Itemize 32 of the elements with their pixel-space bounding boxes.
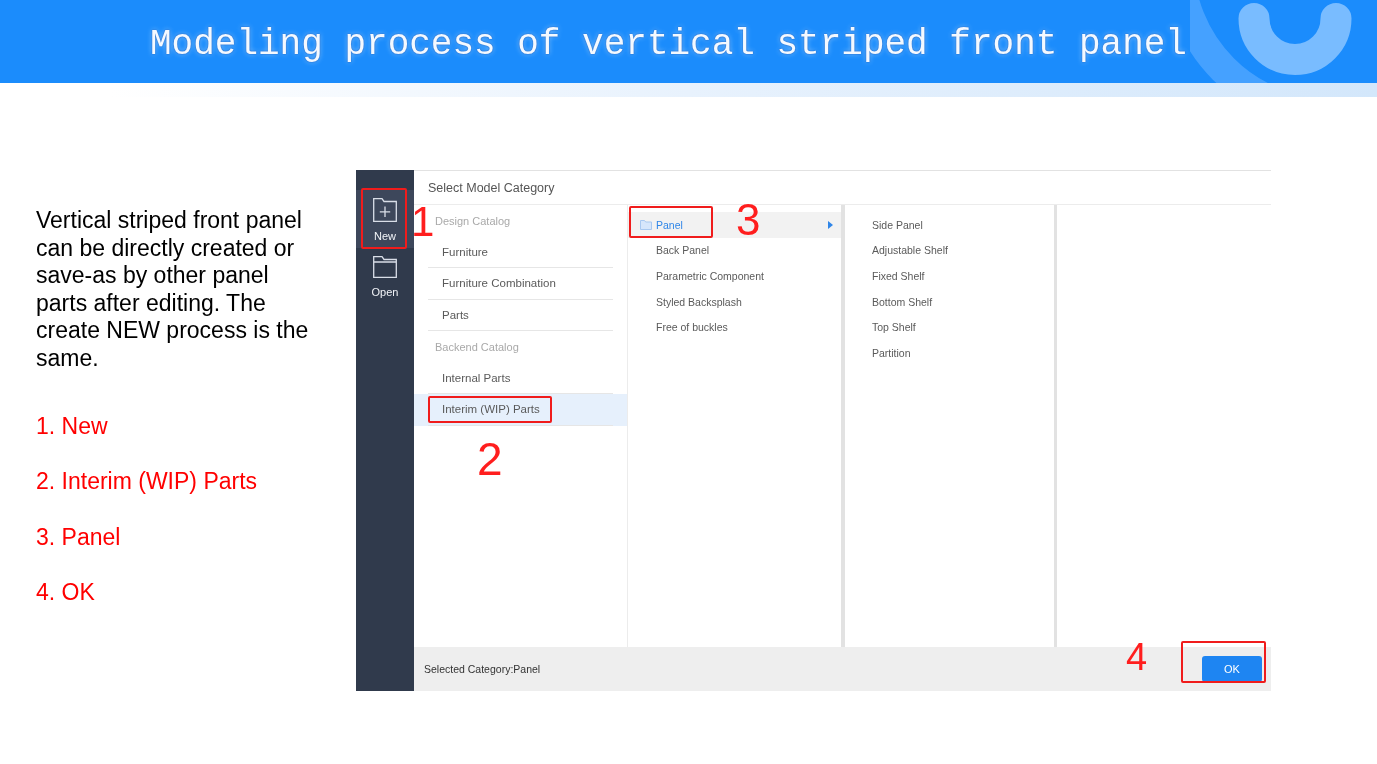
- catalog-item[interactable]: Parts: [414, 299, 627, 331]
- subcategory-item[interactable]: Fixed Shelf: [845, 263, 1054, 289]
- subcategory-item[interactable]: Partition: [845, 339, 1054, 366]
- sidebar-button[interactable]: Open: [356, 248, 414, 306]
- step-text: 3. Panel: [36, 523, 121, 551]
- catalog-item[interactable]: Interim (WIP) Parts: [414, 394, 627, 426]
- category-item[interactable]: Free of buckles: [628, 314, 841, 340]
- group-heading: Backend Catalog: [435, 340, 519, 353]
- status-text: Selected Category:Panel: [424, 663, 541, 675]
- slide-title: Modeling process of vertical striped front panel: [150, 23, 1187, 66]
- step-text: 4. OK: [36, 579, 95, 607]
- caret-icon: [828, 220, 833, 229]
- description-text: Vertical striped front panel can be directly created or save-as by other panel parts after editing. The create NEW process is the same.: [36, 207, 310, 372]
- dialog-title: Select Model Category: [414, 171, 1271, 205]
- category-item[interactable]: Parametric Component: [628, 263, 841, 289]
- folder-icon: [640, 219, 652, 230]
- catalog-item[interactable]: Furniture Combination: [414, 268, 627, 300]
- folder-plus-icon: [373, 198, 397, 222]
- subcategory-item[interactable]: Bottom Shelf: [845, 288, 1054, 315]
- category-item[interactable]: Styled Backsplash: [628, 288, 841, 315]
- callout-number: 4: [1126, 638, 1148, 676]
- category-item[interactable]: Back Panel: [628, 237, 841, 264]
- subcategory-item[interactable]: Adjustable Shelf: [845, 237, 1054, 264]
- folder-icon: [373, 256, 397, 278]
- subcategory-item[interactable]: Top Shelf: [845, 314, 1054, 340]
- callout-number: 2: [477, 436, 503, 482]
- sidebar-button[interactable]: New: [356, 190, 414, 248]
- group-heading: Design Catalog: [435, 214, 511, 227]
- step-text: 1. New: [36, 412, 108, 440]
- subcategory-item[interactable]: Side Panel: [845, 212, 1054, 238]
- step-text: 2. Interim (WIP) Parts: [36, 468, 258, 496]
- ok-button[interactable]: OK: [1202, 656, 1262, 682]
